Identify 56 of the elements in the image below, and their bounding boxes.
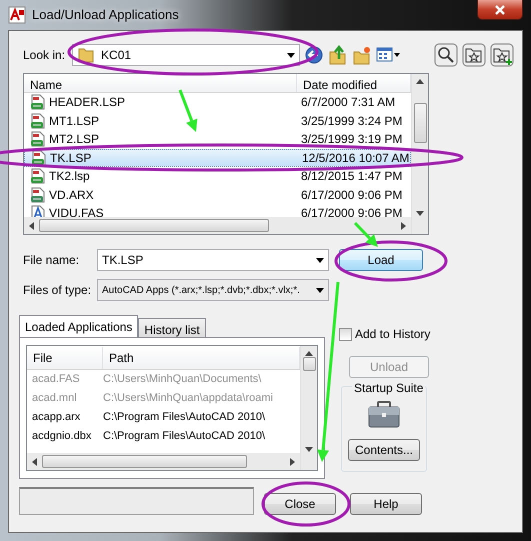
scrollbar-thumb[interactable] [414, 103, 426, 143]
folder-icon [77, 46, 96, 64]
bookmark-folder-icon[interactable] [462, 43, 486, 67]
briefcase-icon [368, 401, 400, 429]
window-title: Load/Unload Applications [32, 6, 179, 24]
document-icon [30, 112, 46, 129]
file-row[interactable]: VD.ARX 6/17/2000 9:06 PM [24, 186, 411, 204]
document-icon [30, 168, 46, 184]
scroll-right-arrow[interactable] [400, 220, 407, 230]
column-header[interactable]: Name [24, 74, 297, 92]
file-name-label: File name: [23, 252, 80, 269]
document-icon [31, 150, 47, 166]
scrollbar-thumb[interactable] [302, 357, 316, 371]
file-row[interactable]: MT2.LSP 3/25/1999 3:19 PM [24, 130, 411, 148]
find-icon[interactable] [434, 43, 458, 67]
application-row[interactable]: acapp.arx C:\Program Files\AutoCAD 2010\ [27, 408, 300, 427]
file-type-dropdown[interactable]: AutoCAD Apps (*.arx;*.lsp;*.dvb;*.dbx;*.vlx;*. [97, 279, 329, 301]
tab[interactable]: Loaded Applications [19, 315, 138, 337]
load-button[interactable]: Load [339, 249, 423, 271]
document-icon [30, 186, 46, 203]
checkbox-label[interactable]: Add to History [355, 325, 430, 343]
back-icon[interactable] [304, 45, 324, 65]
help-button[interactable]: Help [350, 493, 422, 515]
file-row[interactable]: TK.LSP 12/5/2016 10:07 AM [24, 148, 411, 167]
new-folder-icon[interactable] [352, 45, 372, 65]
look-in-label: Look in: [23, 47, 66, 64]
scroll-left-arrow[interactable] [28, 220, 35, 230]
scroll-up-arrow[interactable] [415, 78, 425, 85]
file-name-field[interactable]: TK.LSP [97, 249, 329, 271]
application-row[interactable]: acdgnio.dbx C:\Program Files\AutoCAD 2010\ [27, 427, 300, 446]
scroll-right-arrow[interactable] [289, 456, 296, 466]
contents-button[interactable]: Contents... [348, 439, 420, 461]
column-header[interactable]: File [27, 346, 103, 368]
tab[interactable]: History list [138, 318, 206, 337]
add-bookmark-icon[interactable] [490, 43, 514, 67]
scroll-up-arrow[interactable] [304, 350, 314, 357]
look-in-dropdown[interactable]: KC01 [72, 44, 300, 66]
add-to-history-checkbox[interactable] [339, 328, 352, 340]
file-row[interactable]: MT1.LSP 3/25/1999 3:24 PM [24, 112, 411, 130]
close-button[interactable]: Close [264, 493, 336, 515]
app-icon [8, 6, 26, 24]
close-icon [495, 5, 505, 16]
scroll-down-arrow[interactable] [304, 446, 314, 453]
scrollbar-thumb[interactable] [39, 219, 269, 232]
close-button[interactable] [477, 0, 523, 20]
scroll-down-arrow[interactable] [415, 210, 425, 217]
scroll-left-arrow[interactable] [31, 456, 38, 466]
file-row[interactable]: HEADER.LSP 6/7/2000 7:31 AM [24, 93, 411, 112]
file-row[interactable]: TK2.lsp 8/12/2015 1:47 PM [24, 167, 411, 186]
scrollbar-thumb[interactable] [42, 455, 247, 468]
document-icon [30, 94, 46, 110]
document-icon [30, 205, 46, 217]
document-icon [30, 131, 46, 148]
annotation-arrow [178, 89, 198, 132]
files-of-type-label: Files of type: [23, 282, 92, 299]
annotation-arrow [354, 222, 378, 247]
